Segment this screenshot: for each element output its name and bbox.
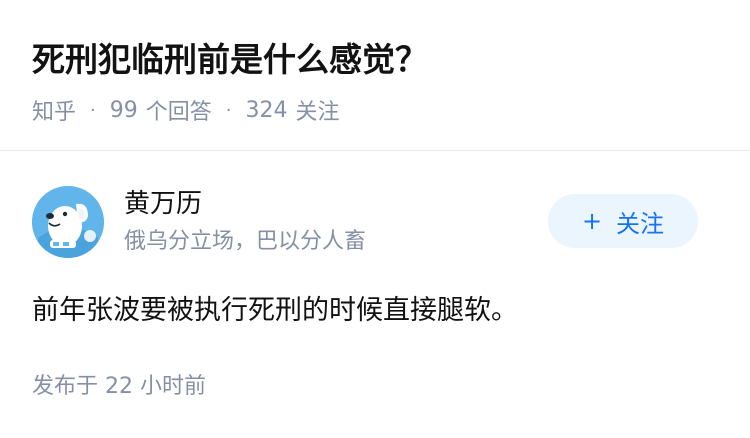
answer-content[interactable]: 前年张波要被执行死刑的时候直接腿软。 [32, 290, 518, 332]
question-header: 死刑犯临刑前是什么感觉？ 知乎 · 99 个回答 · 324 关注 [0, 0, 750, 150]
meta-separator: · [225, 99, 232, 121]
avatar[interactable] [32, 186, 104, 258]
question-title[interactable]: 死刑犯临刑前是什么感觉？ [32, 36, 428, 84]
source-label[interactable]: 知乎 [32, 94, 76, 126]
answers-count: 99 [109, 97, 138, 123]
followers-label[interactable]: 关注 [296, 94, 340, 126]
publish-time: 发布于 22 小时前 [32, 374, 206, 399]
author-name[interactable]: 黄万历 [124, 186, 202, 222]
follow-button[interactable]: + 关注 [548, 194, 698, 248]
question-meta: 知乎 · 99 个回答 · 324 关注 [32, 94, 340, 126]
author-card: 黄万历 俄乌分立场，巴以分人畜 + 关注 [32, 186, 718, 262]
followers-count: 324 [245, 97, 288, 123]
answers-label[interactable]: 个回答 [146, 94, 212, 126]
plus-icon: + [581, 207, 603, 235]
author-bio: 俄乌分立场，巴以分人畜 [124, 229, 367, 254]
follow-button-label: 关注 [616, 209, 665, 238]
dog-avatar-icon [32, 186, 104, 258]
divider [0, 150, 750, 151]
meta-separator: · [90, 99, 96, 121]
